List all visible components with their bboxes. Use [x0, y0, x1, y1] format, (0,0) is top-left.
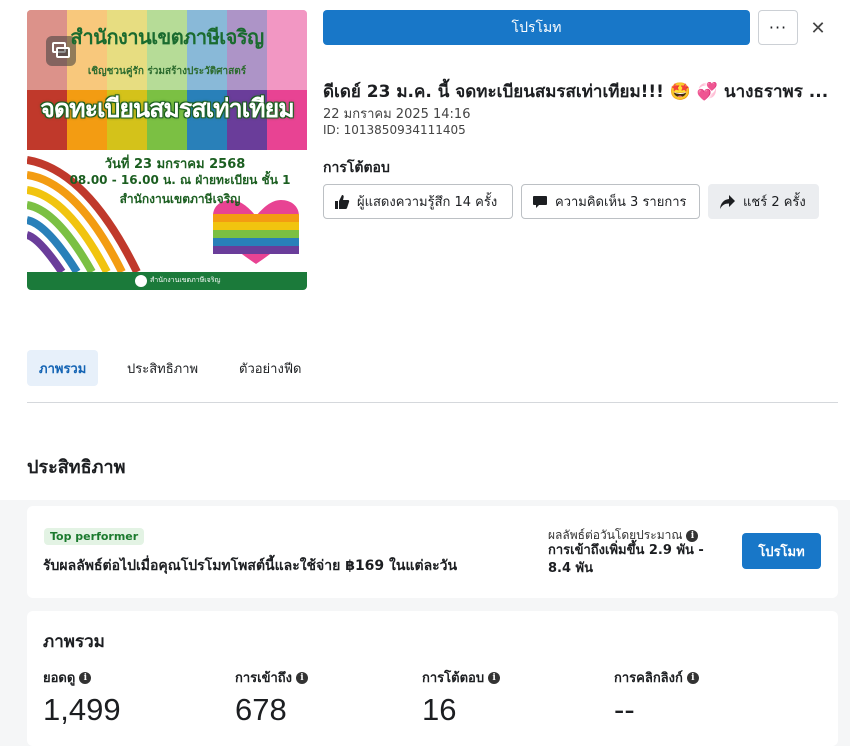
post-date: 22 มกราคม 2025 14:16: [323, 107, 471, 122]
tabs-divider: [27, 402, 838, 403]
metric-link-clicks: การคลิกลิงก์ i --: [614, 667, 699, 728]
promo-description: รับผลลัพธ์ต่อไปเมื่อคุณโปรโมทโพสต์นี้และ…: [43, 558, 458, 574]
thumbs-up-icon: [335, 194, 350, 209]
post-id: ID: 1013850934111405: [323, 123, 466, 137]
image-title-text: สำนักงานเขตภาษีเจริญ: [70, 25, 264, 49]
close-button[interactable]: ✕: [807, 15, 829, 41]
close-icon: ✕: [810, 17, 826, 39]
overview-title: ภาพรวม: [43, 632, 105, 652]
share-icon: [720, 194, 735, 209]
metric-value: 16: [422, 692, 457, 727]
metric-label: การคลิกลิงก์: [614, 671, 683, 686]
tab-overview[interactable]: ภาพรวม: [27, 350, 99, 386]
comments-button[interactable]: ความคิดเห็น 3 รายการ: [521, 184, 700, 219]
top-performer-badge: Top performer: [44, 528, 145, 545]
metric-value: 678: [235, 692, 287, 727]
metric-label: การเข้าถึง: [235, 671, 293, 686]
engagement-label: การโต้ตอบ: [323, 160, 390, 176]
image-subtitle-text: เชิญชวนคู่รัก ร่วมสร้างประวัติศาสตร์: [87, 66, 247, 77]
metric-value: 1,499: [43, 692, 121, 727]
more-options-button[interactable]: ···: [758, 10, 798, 45]
overview-card: ภาพรวม ยอดดู i 1,499 การเข้าถึง i 678 กา…: [27, 611, 838, 746]
estimated-results-value: การเข้าถึงเพิ่มขึ้น 2.9 พัน - 8.4 พัน: [548, 543, 704, 576]
shares-label: แชร์ 2 ครั้ง: [743, 195, 806, 210]
info-icon[interactable]: i: [296, 671, 309, 684]
promote-card-button[interactable]: โปรโมท: [742, 533, 821, 569]
metric-value: --: [614, 692, 635, 727]
reactions-button[interactable]: ผู้แสดงความรู้สึก 14 ครั้ง: [323, 184, 513, 219]
performance-section-title: ประสิทธิภาพ: [27, 457, 126, 478]
metric-views: ยอดดู i 1,499: [43, 667, 121, 728]
promote-button[interactable]: โปรโมท: [323, 10, 750, 45]
info-icon[interactable]: i: [79, 671, 92, 684]
post-title: ดีเดย์ 23 ม.ค. นี้ จดทะเบียนสมรสเท่าเทีย…: [323, 82, 829, 102]
info-icon[interactable]: i: [488, 671, 501, 684]
image-office-text: สำนักงานเขตภาษีเจริญ: [119, 192, 241, 206]
promote-suggestion-card: Top performer รับผลลัพธ์ต่อไปเมื่อคุณโปร…: [27, 506, 838, 598]
more-icon: ···: [768, 18, 788, 37]
metric-reach: การเข้าถึง i 678: [235, 667, 309, 728]
tab-feed-preview[interactable]: ตัวอย่างฟีด: [227, 350, 313, 386]
shares-button[interactable]: แชร์ 2 ครั้ง: [708, 184, 819, 219]
info-icon[interactable]: i: [686, 671, 699, 684]
reactions-label: ผู้แสดงความรู้สึก 14 ครั้ง: [357, 195, 498, 210]
comment-icon: [533, 195, 547, 208]
image-footer-text: สำนักงานเขตภาษีเจริญ: [150, 276, 221, 284]
info-icon[interactable]: i: [686, 529, 699, 542]
metric-engagement: การโต้ตอบ i 16: [422, 667, 501, 728]
image-headline-text: จดทะเบียนสมรสเท่าเทียม: [40, 94, 295, 123]
image-time-text: 08.00 - 16.00 น. ณ ฝ่ายทะเบียน ชั้น 1: [69, 173, 291, 187]
metric-label: ยอดดู: [43, 671, 76, 686]
metric-label: การโต้ตอบ: [422, 671, 485, 686]
comments-label: ความคิดเห็น 3 รายการ: [555, 195, 687, 210]
tab-performance[interactable]: ประสิทธิภาพ: [115, 350, 210, 386]
